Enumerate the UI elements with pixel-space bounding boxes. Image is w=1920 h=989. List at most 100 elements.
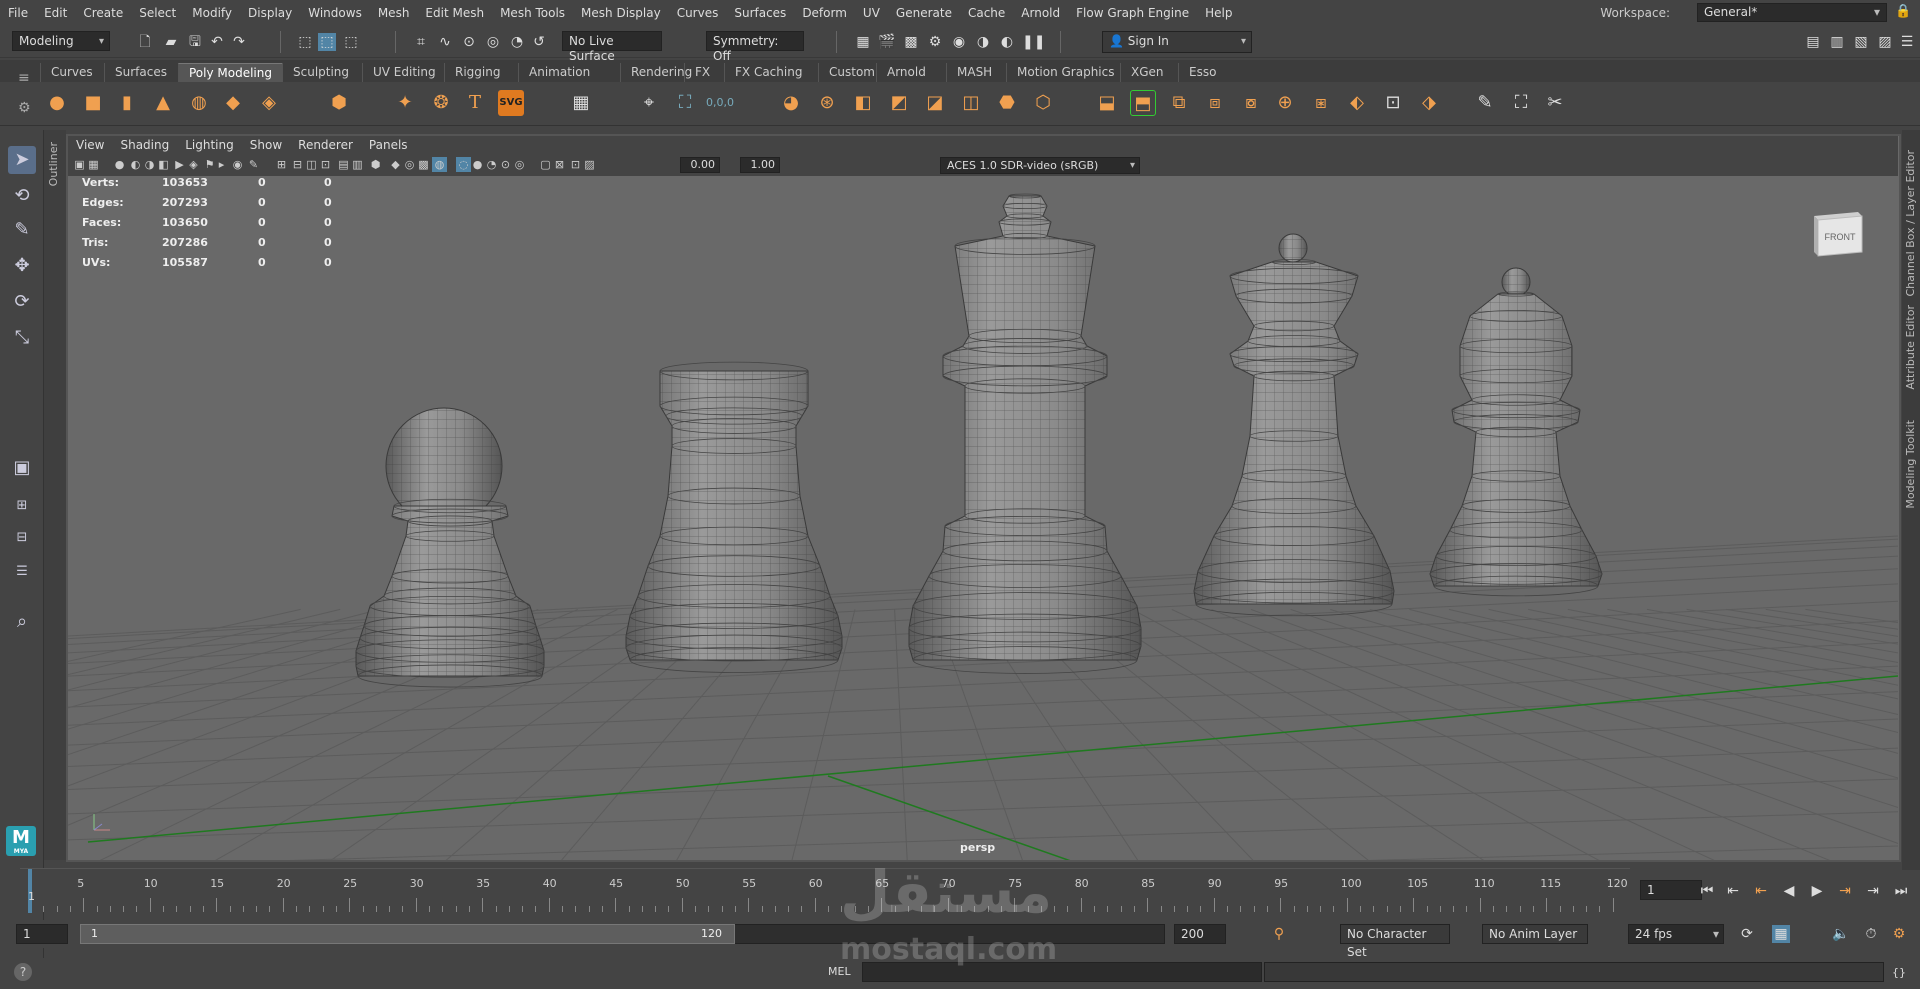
render-settings-icon[interactable]: ⚙ (926, 33, 944, 51)
shelf-tab-custom[interactable]: Custom (818, 63, 885, 82)
time-editor-icon[interactable]: ⏱ (1862, 925, 1880, 943)
remesh-icon[interactable]: ◫ (958, 90, 984, 116)
ipr-render-icon[interactable]: ▩ (902, 33, 920, 51)
workspace-select[interactable]: General* ▾ (1697, 3, 1887, 22)
lock-icon[interactable]: 🔒 (1895, 4, 1911, 19)
lasso-tool-icon[interactable]: ⟲ (8, 182, 36, 210)
open-scene-icon[interactable]: ▰ (162, 33, 180, 51)
render-frame-icon[interactable]: 🎬 (878, 33, 896, 51)
grease-pencil-icon[interactable]: ◧ (156, 157, 171, 172)
menu-display[interactable]: Display (240, 0, 300, 26)
poly-cylinder-icon[interactable]: ▮ (114, 90, 140, 116)
undo-icon[interactable]: ↶ (208, 33, 226, 51)
select-object-icon[interactable]: ⬚ (318, 33, 336, 51)
connect-icon[interactable]: ⊕ (1272, 90, 1298, 116)
motion-blur-icon[interactable]: ▩ (416, 157, 431, 172)
new-scene-icon[interactable]: 🗋 (136, 33, 154, 51)
shelf-tab-mash[interactable]: MASH (946, 63, 1002, 82)
menu-arnold[interactable]: Arnold (1013, 0, 1068, 26)
menu-help[interactable]: Help (1197, 0, 1240, 26)
search-icon[interactable]: ⌕ (8, 608, 36, 636)
save-scene-icon[interactable]: 🖫 (186, 33, 204, 51)
shelf-tab-animation[interactable]: Animation (518, 63, 600, 82)
anim-start-field[interactable]: 1 (16, 924, 68, 944)
bookmark-icon[interactable]: ● (112, 157, 127, 172)
shelf-tab-esso[interactable]: Esso (1178, 63, 1226, 82)
menu-windows[interactable]: Windows (300, 0, 370, 26)
field-chart-icon[interactable]: ◉ (230, 157, 245, 172)
snap-curve-icon[interactable]: ∿ (436, 33, 454, 51)
safe-title-icon[interactable]: ⊞ (274, 157, 289, 172)
image-plane-icon[interactable]: ◐ (128, 157, 143, 172)
poly-cube-icon[interactable]: ■ (80, 90, 106, 116)
layers-icon[interactable]: ☰ (1898, 33, 1916, 51)
snap-surface-icon[interactable]: ◔ (508, 33, 526, 51)
toggle-hud-icon[interactable]: ⊠ (552, 157, 567, 172)
right-tab-0[interactable]: Channel Box / Layer Editor (1904, 150, 1917, 297)
redo-icon[interactable]: ↷ (230, 33, 248, 51)
svg-tool-icon[interactable]: SVG (498, 90, 524, 116)
target-weld-icon[interactable]: ⧇ (1238, 90, 1264, 116)
poly-torus-icon[interactable]: ◍ (186, 90, 212, 116)
panel-menu-shading[interactable]: Shading (112, 138, 177, 152)
extrude-icon[interactable]: ⬓ (1094, 90, 1120, 116)
cleanup-icon[interactable]: ✂ (1542, 90, 1568, 116)
grid-icon[interactable]: ▶ (172, 157, 187, 172)
single-view-icon[interactable]: ▣ (8, 454, 36, 482)
poly-sphere-icon[interactable]: ● (44, 90, 70, 116)
camera-select-icon[interactable]: ▣ (72, 157, 87, 172)
panel-menu-show[interactable]: Show (242, 138, 290, 152)
sound-icon[interactable]: 🔈 (1832, 925, 1850, 943)
step-back-frame-icon[interactable]: ⇤ (1750, 880, 1772, 902)
pawn[interactable] (355, 498, 545, 688)
anim-end-field[interactable]: 200 (1174, 924, 1226, 944)
menu-mesh-tools[interactable]: Mesh Tools (492, 0, 573, 26)
shelf-tab-sculpting[interactable]: Sculpting (282, 63, 359, 82)
pause-icon[interactable]: ❚❚ (1022, 33, 1045, 51)
type-tool-icon[interactable]: T (462, 90, 488, 116)
step-forward-key-icon[interactable]: ⇥ (1862, 880, 1884, 902)
go-to-start-icon[interactable]: ⏮ (1696, 880, 1718, 902)
perspective-scene[interactable] (68, 176, 1898, 860)
shelf-settings-icon[interactable]: ⚙ (18, 100, 31, 116)
multisample-aa-icon[interactable]: ◍ (432, 157, 447, 172)
live-surface-field[interactable]: No Live Surface (562, 31, 662, 63)
current-frame-field[interactable]: 1 (1640, 880, 1702, 900)
menu-mesh[interactable]: Mesh (370, 0, 418, 26)
display-mode-icon[interactable]: ▨ (582, 157, 597, 172)
screen-space-ao-icon[interactable]: ◎ (402, 157, 417, 172)
shelf-tab-fx[interactable]: FX (684, 63, 720, 82)
auto-key-icon[interactable]: ⚲ (1270, 925, 1288, 943)
help-icon[interactable]: ? (14, 963, 32, 981)
rook[interactable] (625, 361, 843, 673)
panel-menu-renderer[interactable]: Renderer (290, 138, 361, 152)
animation-prefs-icon[interactable]: ⚙ (1890, 925, 1908, 943)
mirror-icon[interactable]: ◧ (850, 90, 876, 116)
multi-cut-icon[interactable]: ⧈ (1202, 90, 1228, 116)
boolean-icon[interactable]: ◩ (886, 90, 912, 116)
tool-settings-icon[interactable]: ▧ (1852, 33, 1870, 51)
panel-menu-view[interactable]: View (68, 138, 112, 152)
retopo-icon[interactable]: ⬣ (994, 90, 1020, 116)
shelf-tab-uv-editing[interactable]: UV Editing (362, 63, 446, 82)
paint-select-icon[interactable]: ✎ (8, 216, 36, 244)
insert-loop-icon[interactable]: ⧆ (1308, 90, 1334, 116)
xray-joints-icon[interactable]: ⊙ (498, 157, 513, 172)
arnold-render-icon[interactable]: ◑ (974, 33, 992, 51)
character-set-select[interactable]: No Character Set (1340, 924, 1450, 959)
menu-create[interactable]: Create (75, 0, 131, 26)
super-shape-icon[interactable]: ✦ (392, 90, 418, 116)
shelf-tab-surfaces[interactable]: Surfaces (104, 63, 177, 82)
shadows-icon[interactable]: ◆ (388, 157, 403, 172)
channel-box-icon[interactable]: ▨ (1876, 33, 1894, 51)
depth-of-field-icon[interactable]: ◌ (456, 157, 471, 172)
textured-icon[interactable]: ▥ (350, 157, 365, 172)
range-slider-thumb[interactable]: 1 120 (80, 924, 735, 944)
right-tab-1[interactable]: Attribute Editor (1904, 305, 1917, 390)
colorspace-select[interactable]: ACES 1.0 SDR-video (sRGB) ▾ (940, 157, 1140, 174)
snap-point-icon[interactable]: ⊙ (460, 33, 478, 51)
menuset-select[interactable]: Modeling ▾ (12, 31, 110, 51)
shelf-tab-arnold[interactable]: Arnold (876, 63, 936, 82)
menu-cache[interactable]: Cache (960, 0, 1013, 26)
smooth-icon[interactable]: ◕ (778, 90, 804, 116)
